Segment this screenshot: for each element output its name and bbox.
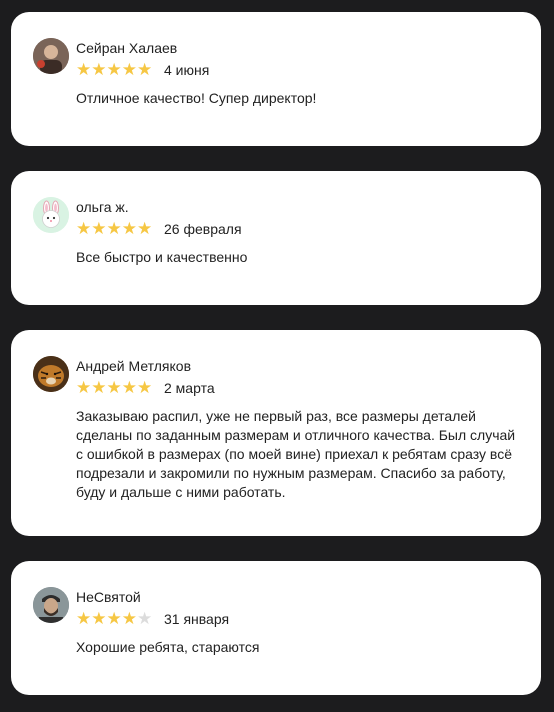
review-date: 31 января (164, 611, 230, 627)
review-card: Сейран Халаев ★★★★★ 4 июня Отличное каче… (11, 12, 541, 146)
star-filled-icon: ★ (121, 219, 137, 238)
star-filled-icon: ★ (91, 60, 107, 79)
star-filled-icon: ★ (76, 60, 92, 79)
rating-stars: ★★★★★ (76, 220, 152, 238)
star-filled-icon: ★ (137, 60, 153, 79)
rating-stars: ★★★★★ (76, 61, 152, 79)
review-text: Все быстро и качественно (76, 249, 248, 265)
bunny-icon (33, 197, 69, 233)
star-filled-icon: ★ (91, 219, 107, 238)
star-filled-icon: ★ (106, 60, 122, 79)
star-filled-icon: ★ (106, 219, 122, 238)
review-author[interactable]: Андрей Метляков (76, 358, 191, 374)
star-filled-icon: ★ (76, 219, 92, 238)
review-date: 2 марта (164, 380, 215, 396)
review-card: ольга ж. ★★★★★ 26 февраля Все быстро и к… (11, 171, 541, 305)
rating-stars: ★★★★★ (76, 379, 152, 397)
review-text: Хорошие ребята, стараются (76, 639, 260, 655)
star-filled-icon: ★ (91, 378, 107, 397)
review-author[interactable]: Сейран Халаев (76, 40, 177, 56)
star-filled-icon: ★ (137, 219, 153, 238)
review-card: Андрей Метляков ★★★★★ 2 марта Заказываю … (11, 330, 541, 536)
star-filled-icon: ★ (106, 609, 122, 628)
avatar[interactable] (33, 38, 69, 74)
review-date: 4 июня (164, 62, 210, 78)
star-filled-icon: ★ (76, 609, 92, 628)
star-filled-icon: ★ (91, 609, 107, 628)
tiger-photo-icon (33, 356, 69, 392)
star-filled-icon: ★ (106, 378, 122, 397)
review-date: 26 февраля (164, 221, 242, 237)
avatar[interactable] (33, 587, 69, 623)
star-empty-icon: ★ (137, 609, 153, 628)
review-text: Заказываю распил, уже не первый раз, все… (76, 408, 516, 500)
star-filled-icon: ★ (137, 378, 153, 397)
star-filled-icon: ★ (121, 609, 137, 628)
avatar[interactable] (33, 197, 69, 233)
rating-stars: ★★★★★ (76, 610, 152, 628)
star-filled-icon: ★ (121, 60, 137, 79)
review-card: НеСвятой ★★★★★ 31 января Хорошие ребята,… (11, 561, 541, 695)
star-filled-icon: ★ (121, 378, 137, 397)
review-text: Отличное качество! Супер директор! (76, 90, 317, 106)
star-filled-icon: ★ (76, 378, 92, 397)
review-author[interactable]: ольга ж. (76, 199, 129, 215)
avatar[interactable] (33, 356, 69, 392)
review-author[interactable]: НеСвятой (76, 589, 141, 605)
